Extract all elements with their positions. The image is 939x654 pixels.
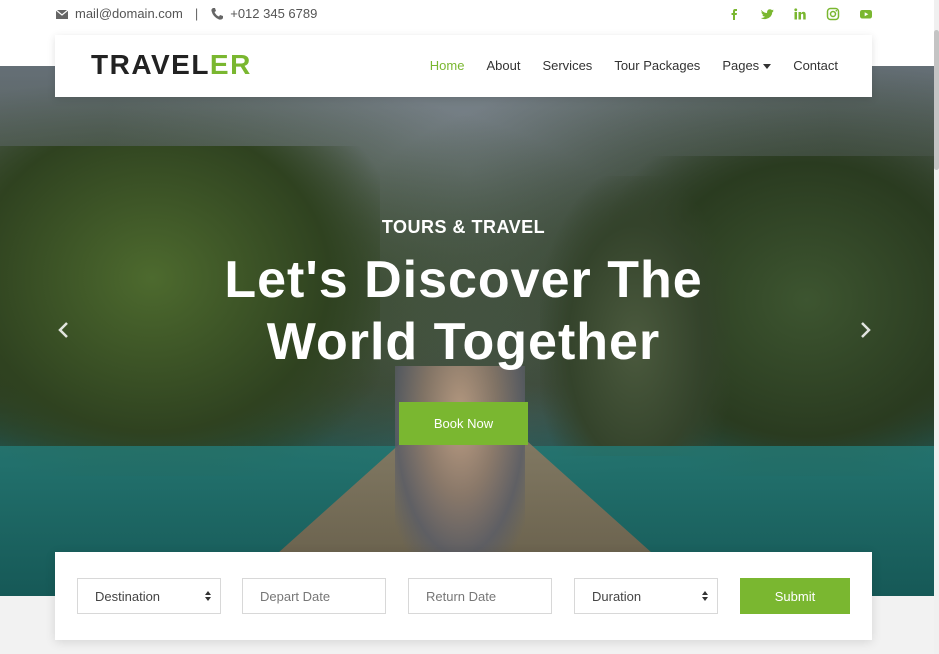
hero-subtitle: TOURS & TRAVEL <box>381 217 546 237</box>
select-arrows-icon <box>702 591 708 603</box>
contact-info: mail@domain.com | +012 345 6789 <box>55 6 317 21</box>
duration-select[interactable]: Duration <box>574 578 718 614</box>
nav-item-tour-packages[interactable]: Tour Packages <box>614 58 700 73</box>
destination-select-value: Destination <box>95 588 161 604</box>
destination-select[interactable]: Destination <box>77 578 221 614</box>
return-date-placeholder: Return Date <box>426 588 497 604</box>
contact-email[interactable]: mail@domain.com <box>75 6 183 21</box>
depart-date-input[interactable]: Depart Date <box>242 578 386 614</box>
nav-item-pages-label: Pages <box>722 58 760 73</box>
contact-phone[interactable]: +012 345 6789 <box>230 6 317 21</box>
caret-down-icon <box>763 64 772 70</box>
submit-button[interactable]: Submit <box>740 578 850 614</box>
depart-date-placeholder: Depart Date <box>260 588 331 604</box>
contact-separator: | <box>194 6 199 21</box>
return-date-input[interactable]: Return Date <box>408 578 552 614</box>
book-now-button[interactable]: Book Now <box>399 402 528 445</box>
brand-logo-part2: ER <box>209 49 252 80</box>
hero-bg-traveler <box>395 366 525 556</box>
main-nav: Home About Services Tour Packages Pages … <box>430 58 838 73</box>
scrollbar[interactable] <box>934 0 939 654</box>
hero-title-line-1: Let's Discover The <box>224 251 703 309</box>
brand-logo-part1: TRAVEL <box>91 49 210 80</box>
scrollbar-thumb[interactable] <box>934 30 939 170</box>
duration-select-value: Duration <box>592 588 642 604</box>
phone-icon <box>210 7 224 21</box>
envelope-icon <box>55 7 69 21</box>
navbar: TRAVELER Home About Services Tour Packag… <box>55 35 872 97</box>
hero-title: Let's Discover The World Together <box>0 249 927 373</box>
nav-item-pages[interactable]: Pages <box>722 58 772 73</box>
hero-carousel: TOURS & TRAVEL Let's Discover The World … <box>0 66 939 596</box>
top-bar: mail@domain.com | +012 345 6789 <box>0 0 939 28</box>
brand-logo[interactable]: TRAVELER <box>91 49 252 81</box>
twitter-icon[interactable] <box>760 7 774 21</box>
booking-form: Destination Depart Date Return Date Dura… <box>55 552 872 640</box>
nav-item-services[interactable]: Services <box>542 58 592 73</box>
youtube-icon[interactable] <box>859 7 873 21</box>
select-arrows-icon <box>205 591 211 603</box>
facebook-icon[interactable] <box>727 7 741 21</box>
instagram-icon[interactable] <box>826 7 840 21</box>
nav-item-contact[interactable]: Contact <box>793 58 838 73</box>
nav-item-about[interactable]: About <box>486 58 520 73</box>
nav-item-home[interactable]: Home <box>430 58 465 73</box>
social-links <box>727 7 873 21</box>
linkedin-icon[interactable] <box>793 7 807 21</box>
hero-title-line-2: World Together <box>266 313 661 371</box>
